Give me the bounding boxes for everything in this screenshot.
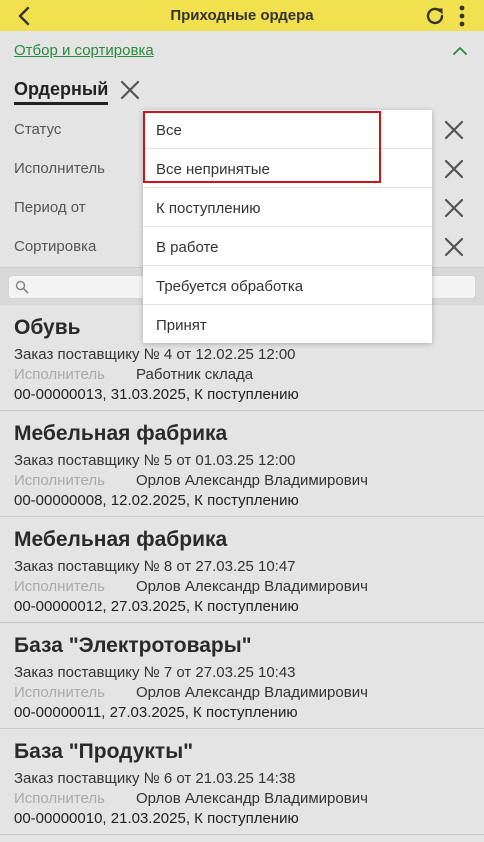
option-label: В работе <box>156 239 219 256</box>
clear-period-icon[interactable] <box>442 196 466 220</box>
option-label: К поступлению <box>156 200 261 217</box>
search-icon <box>15 280 29 294</box>
filter-label-sort: Сортировка <box>14 238 97 255</box>
item-order: Заказ поставщику № 6 от 21.03.25 14:38 <box>14 770 296 787</box>
item-executor: Орлов Александр Владимирович <box>136 790 368 807</box>
title-bar: Приходные ордера <box>0 0 484 31</box>
item-executor-label: Исполнитель <box>14 790 105 807</box>
item-executor-label: Исполнитель <box>14 684 105 701</box>
refresh-icon[interactable] <box>422 3 448 29</box>
clear-status-icon[interactable] <box>442 118 466 142</box>
filter-label-executor: Исполнитель <box>14 160 105 177</box>
dropdown-option-needs-processing[interactable]: Требуется обработка <box>143 266 432 305</box>
filter-label-status: Статус <box>14 121 62 138</box>
filter-section-header: Отбор и сортировка <box>0 31 484 71</box>
chevron-up-icon[interactable] <box>450 43 470 59</box>
dropdown-option-to-receive[interactable]: К поступлению <box>143 188 432 227</box>
item-title: Обувь <box>14 316 81 339</box>
clear-sort-icon[interactable] <box>442 235 466 259</box>
item-order: Заказ поставщику № 4 от 12.02.25 12:00 <box>14 346 296 363</box>
item-executor: Орлов Александр Владимирович <box>136 578 368 595</box>
item-title: База "Продукты" <box>14 740 194 763</box>
list-item[interactable]: Мебельная фабрика Заказ поставщику № 8 о… <box>0 517 484 623</box>
item-document: 00-00000013, 31.03.2025, К поступлению <box>14 386 299 403</box>
item-executor: Работник склада <box>136 366 254 383</box>
clear-executor-icon[interactable] <box>442 157 466 181</box>
option-label: Все <box>156 122 182 139</box>
page-title: Приходные ордера <box>170 7 314 24</box>
list-item[interactable]: База "Продукты" Заказ поставщику № 6 от … <box>0 729 484 835</box>
item-executor: Орлов Александр Владимирович <box>136 472 368 489</box>
dropdown-option-all[interactable]: Все <box>143 110 432 149</box>
item-order: Заказ поставщику № 8 от 27.03.25 10:47 <box>14 558 296 575</box>
item-title: Мебельная фабрика <box>14 528 228 551</box>
list-item[interactable]: Мебельная фабрика Заказ поставщику № 5 о… <box>0 411 484 517</box>
filter-label-period: Период от <box>14 199 86 216</box>
item-title: Мебельная фабрика <box>14 422 228 445</box>
close-icon[interactable] <box>118 78 142 102</box>
item-executor-label: Исполнитель <box>14 366 105 383</box>
dropdown-option-in-progress[interactable]: В работе <box>143 227 432 266</box>
list-item[interactable]: База "Электротовары" Заказ поставщику № … <box>0 623 484 729</box>
option-label: Требуется обработка <box>156 278 304 295</box>
dropdown-option-accepted[interactable]: Принят <box>143 305 432 344</box>
filter-toggle-link[interactable]: Отбор и сортировка <box>14 42 154 59</box>
tab-ordernyi[interactable]: Ордерный <box>14 79 109 105</box>
item-executor: Орлов Александр Владимирович <box>136 684 368 701</box>
more-vertical-icon[interactable] <box>452 3 472 29</box>
dropdown-option-all-unaccepted[interactable]: Все непринятые <box>143 149 432 188</box>
option-label: Принят <box>156 317 207 334</box>
item-order: Заказ поставщику № 7 от 27.03.25 10:43 <box>14 664 296 681</box>
filter-tab-row: Ордерный <box>0 72 484 108</box>
item-title: База "Электротовары" <box>14 634 252 657</box>
item-document: 00-00000011, 27.03.2025, К поступлению <box>14 704 298 721</box>
item-document: 00-00000012, 27.03.2025, К поступлению <box>14 598 299 615</box>
status-dropdown: Все Все непринятые К поступлению В работ… <box>143 110 432 343</box>
option-label: Все непринятые <box>156 161 270 178</box>
item-executor-label: Исполнитель <box>14 578 105 595</box>
item-executor-label: Исполнитель <box>14 472 105 489</box>
item-document: 00-00000010, 21.03.2025, К поступлению <box>14 810 299 827</box>
item-order: Заказ поставщику № 5 от 01.03.25 12:00 <box>14 452 296 469</box>
item-document: 00-00000008, 12.02.2025, К поступлению <box>14 492 299 509</box>
